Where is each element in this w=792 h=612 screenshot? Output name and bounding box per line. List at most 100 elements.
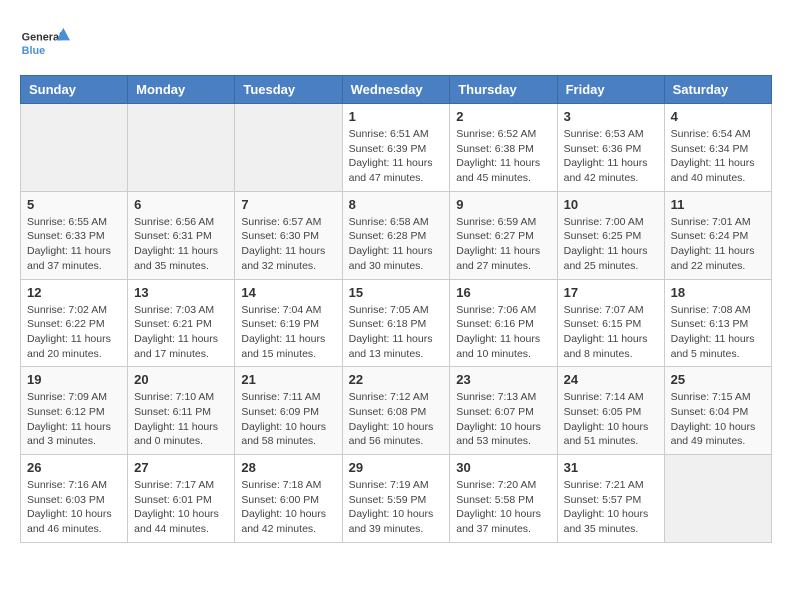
day-info: Sunrise: 6:58 AM Sunset: 6:28 PM Dayligh… <box>349 215 444 274</box>
day-number: 1 <box>349 109 444 124</box>
day-cell: 29 Sunrise: 7:19 AM Sunset: 5:59 PM Dayli… <box>342 455 450 543</box>
day-number: 13 <box>134 285 228 300</box>
day-cell: 23 Sunrise: 7:13 AM Sunset: 6:07 PM Dayli… <box>450 367 557 455</box>
week-row-4: 19 Sunrise: 7:09 AM Sunset: 6:12 PM Dayli… <box>21 367 772 455</box>
day-number: 3 <box>564 109 658 124</box>
day-info: Sunrise: 7:18 AM Sunset: 6:00 PM Dayligh… <box>241 478 335 537</box>
day-info: Sunrise: 6:59 AM Sunset: 6:27 PM Dayligh… <box>456 215 550 274</box>
svg-text:General: General <box>22 31 62 43</box>
day-cell: 17 Sunrise: 7:07 AM Sunset: 6:15 PM Dayli… <box>557 279 664 367</box>
day-info: Sunrise: 6:54 AM Sunset: 6:34 PM Dayligh… <box>671 127 765 186</box>
day-cell: 15Sunrise: 7:05 AM Sunset: 6:18 PM Dayli… <box>342 279 450 367</box>
day-number: 16 <box>456 285 550 300</box>
day-number: 17 <box>564 285 658 300</box>
day-info: Sunrise: 7:10 AM Sunset: 6:11 PM Dayligh… <box>134 390 228 449</box>
day-info: Sunrise: 7:21 AM Sunset: 5:57 PM Dayligh… <box>564 478 658 537</box>
day-number: 5 <box>27 197 121 212</box>
day-info: Sunrise: 7:09 AM Sunset: 6:12 PM Dayligh… <box>27 390 121 449</box>
logo-svg: General Blue <box>20 20 70 65</box>
day-info: Sunrise: 7:11 AM Sunset: 6:09 PM Dayligh… <box>241 390 335 449</box>
weekday-header-thursday: Thursday <box>450 76 557 104</box>
day-cell: 18Sunrise: 7:08 AM Sunset: 6:13 PM Dayli… <box>664 279 771 367</box>
day-number: 22 <box>349 372 444 387</box>
week-row-1: 1 Sunrise: 6:51 AM Sunset: 6:39 PM Daylig… <box>21 104 772 192</box>
weekday-header-sunday: Sunday <box>21 76 128 104</box>
day-info: Sunrise: 7:17 AM Sunset: 6:01 PM Dayligh… <box>134 478 228 537</box>
weekday-header-wednesday: Wednesday <box>342 76 450 104</box>
day-cell: 31Sunrise: 7:21 AM Sunset: 5:57 PM Dayli… <box>557 455 664 543</box>
day-info: Sunrise: 7:02 AM Sunset: 6:22 PM Dayligh… <box>27 303 121 362</box>
day-cell: 20 Sunrise: 7:10 AM Sunset: 6:11 PM Dayli… <box>128 367 235 455</box>
day-number: 19 <box>27 372 121 387</box>
day-number: 20 <box>134 372 228 387</box>
day-cell: 26 Sunrise: 7:16 AM Sunset: 6:03 PM Dayli… <box>21 455 128 543</box>
week-row-2: 5Sunrise: 6:55 AM Sunset: 6:33 PM Daylig… <box>21 191 772 279</box>
day-cell: 30Sunrise: 7:20 AM Sunset: 5:58 PM Dayli… <box>450 455 557 543</box>
day-info: Sunrise: 7:14 AM Sunset: 6:05 PM Dayligh… <box>564 390 658 449</box>
day-info: Sunrise: 7:08 AM Sunset: 6:13 PM Dayligh… <box>671 303 765 362</box>
weekday-header-row: SundayMondayTuesdayWednesdayThursdayFrid… <box>21 76 772 104</box>
day-info: Sunrise: 7:03 AM Sunset: 6:21 PM Dayligh… <box>134 303 228 362</box>
day-cell: 6 Sunrise: 6:56 AM Sunset: 6:31 PM Daylig… <box>128 191 235 279</box>
day-info: Sunrise: 7:07 AM Sunset: 6:15 PM Dayligh… <box>564 303 658 362</box>
day-info: Sunrise: 7:16 AM Sunset: 6:03 PM Dayligh… <box>27 478 121 537</box>
day-info: Sunrise: 6:51 AM Sunset: 6:39 PM Dayligh… <box>349 127 444 186</box>
day-number: 26 <box>27 460 121 475</box>
day-info: Sunrise: 7:12 AM Sunset: 6:08 PM Dayligh… <box>349 390 444 449</box>
day-number: 15 <box>349 285 444 300</box>
day-number: 27 <box>134 460 228 475</box>
day-cell: 22 Sunrise: 7:12 AM Sunset: 6:08 PM Dayli… <box>342 367 450 455</box>
day-cell: 3 Sunrise: 6:53 AM Sunset: 6:36 PM Daylig… <box>557 104 664 192</box>
weekday-header-friday: Friday <box>557 76 664 104</box>
day-info: Sunrise: 6:52 AM Sunset: 6:38 PM Dayligh… <box>456 127 550 186</box>
svg-text:Blue: Blue <box>22 45 45 57</box>
calendar-table: SundayMondayTuesdayWednesdayThursdayFrid… <box>20 75 772 543</box>
day-info: Sunrise: 7:15 AM Sunset: 6:04 PM Dayligh… <box>671 390 765 449</box>
weekday-header-tuesday: Tuesday <box>235 76 342 104</box>
day-cell: 2 Sunrise: 6:52 AM Sunset: 6:38 PM Daylig… <box>450 104 557 192</box>
day-cell: 24 Sunrise: 7:14 AM Sunset: 6:05 PM Dayli… <box>557 367 664 455</box>
day-number: 24 <box>564 372 658 387</box>
day-info: Sunrise: 6:53 AM Sunset: 6:36 PM Dayligh… <box>564 127 658 186</box>
day-info: Sunrise: 7:04 AM Sunset: 6:19 PM Dayligh… <box>241 303 335 362</box>
day-cell <box>235 104 342 192</box>
day-number: 6 <box>134 197 228 212</box>
day-cell: 27 Sunrise: 7:17 AM Sunset: 6:01 PM Dayli… <box>128 455 235 543</box>
day-cell: 7 Sunrise: 6:57 AM Sunset: 6:30 PM Daylig… <box>235 191 342 279</box>
day-number: 2 <box>456 109 550 124</box>
day-cell <box>128 104 235 192</box>
day-cell: 14 Sunrise: 7:04 AM Sunset: 6:19 PM Dayli… <box>235 279 342 367</box>
day-cell: 16 Sunrise: 7:06 AM Sunset: 6:16 PM Dayli… <box>450 279 557 367</box>
day-number: 25 <box>671 372 765 387</box>
day-number: 9 <box>456 197 550 212</box>
day-cell: 19 Sunrise: 7:09 AM Sunset: 6:12 PM Dayli… <box>21 367 128 455</box>
week-row-3: 12 Sunrise: 7:02 AM Sunset: 6:22 PM Dayli… <box>21 279 772 367</box>
day-number: 30 <box>456 460 550 475</box>
day-number: 28 <box>241 460 335 475</box>
day-number: 7 <box>241 197 335 212</box>
day-cell: 9 Sunrise: 6:59 AM Sunset: 6:27 PM Daylig… <box>450 191 557 279</box>
day-number: 11 <box>671 197 765 212</box>
day-number: 14 <box>241 285 335 300</box>
day-info: Sunrise: 7:00 AM Sunset: 6:25 PM Dayligh… <box>564 215 658 274</box>
day-info: Sunrise: 7:19 AM Sunset: 5:59 PM Dayligh… <box>349 478 444 537</box>
day-cell <box>21 104 128 192</box>
day-cell: 8Sunrise: 6:58 AM Sunset: 6:28 PM Daylig… <box>342 191 450 279</box>
day-number: 29 <box>349 460 444 475</box>
day-info: Sunrise: 7:13 AM Sunset: 6:07 PM Dayligh… <box>456 390 550 449</box>
day-cell: 11Sunrise: 7:01 AM Sunset: 6:24 PM Dayli… <box>664 191 771 279</box>
page-header: General Blue <box>20 20 772 65</box>
weekday-header-monday: Monday <box>128 76 235 104</box>
day-info: Sunrise: 6:57 AM Sunset: 6:30 PM Dayligh… <box>241 215 335 274</box>
day-number: 10 <box>564 197 658 212</box>
day-cell: 10 Sunrise: 7:00 AM Sunset: 6:25 PM Dayli… <box>557 191 664 279</box>
day-cell: 12 Sunrise: 7:02 AM Sunset: 6:22 PM Dayli… <box>21 279 128 367</box>
day-cell: 13 Sunrise: 7:03 AM Sunset: 6:21 PM Dayli… <box>128 279 235 367</box>
day-cell: 5Sunrise: 6:55 AM Sunset: 6:33 PM Daylig… <box>21 191 128 279</box>
day-number: 23 <box>456 372 550 387</box>
day-info: Sunrise: 6:56 AM Sunset: 6:31 PM Dayligh… <box>134 215 228 274</box>
day-cell: 1 Sunrise: 6:51 AM Sunset: 6:39 PM Daylig… <box>342 104 450 192</box>
day-info: Sunrise: 7:06 AM Sunset: 6:16 PM Dayligh… <box>456 303 550 362</box>
day-number: 12 <box>27 285 121 300</box>
week-row-5: 26 Sunrise: 7:16 AM Sunset: 6:03 PM Dayli… <box>21 455 772 543</box>
